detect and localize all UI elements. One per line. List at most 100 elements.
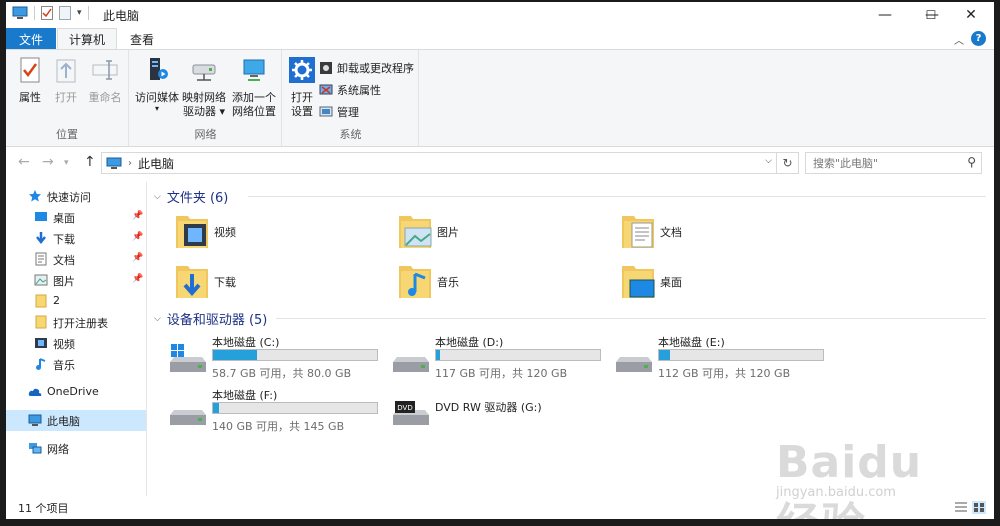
folder-pictures[interactable]: 图片 <box>397 212 617 256</box>
folder-videos[interactable]: 视频 <box>174 212 394 256</box>
close-button[interactable]: ✕ <box>948 2 994 28</box>
hard-drive-icon <box>616 357 652 372</box>
minimize-button[interactable]: — <box>862 2 908 28</box>
folder-music[interactable]: 音乐 <box>397 262 617 306</box>
open-settings-button[interactable]: 打开 设置 <box>287 56 317 119</box>
sidebar-item-this-pc[interactable]: 此电脑 <box>6 410 146 431</box>
sidebar-item-desktop[interactable]: 桌面 📌 <box>6 207 146 228</box>
item-count: 11 个项目 <box>18 502 69 515</box>
open-icon <box>56 59 76 83</box>
sidebar-item-open-registry[interactable]: 打开注册表 <box>6 312 146 333</box>
hard-drive-icon <box>170 410 206 425</box>
title-bar: ▾ 此电脑 — <box>6 2 994 28</box>
sidebar-item-network[interactable]: 网络 <box>6 438 146 459</box>
sidebar-item-onedrive[interactable]: OneDrive <box>6 382 146 403</box>
drive-e[interactable]: 本地磁盘 (E:) 112 GB 可用，共 120 GB <box>614 334 834 384</box>
refresh-button[interactable]: ↻ <box>777 152 799 174</box>
document-icon <box>35 252 47 266</box>
drive-usage-bar <box>435 349 601 361</box>
star-icon <box>29 190 41 202</box>
music-folder-icon <box>399 266 431 298</box>
tab-file[interactable]: 文件 <box>6 28 56 50</box>
map-network-drive-button[interactable]: 映射网络 驱动器 ▾ <box>180 56 228 119</box>
access-media-button[interactable]: 访问媒体 ▾ <box>134 56 180 113</box>
tab-computer[interactable]: 计算机 <box>57 28 117 50</box>
add-network-location-icon <box>243 59 265 81</box>
address-dropdown-icon[interactable]: ⌵ <box>765 156 772 166</box>
network-drive-icon <box>192 64 216 81</box>
pin-icon[interactable]: 📌 <box>132 232 143 242</box>
picture-icon <box>34 274 48 286</box>
ribbon-group-system: 打开 设置 卸载或更改程序 系统属性 管理 系统 <box>283 50 419 146</box>
system-properties-button[interactable]: 系统属性 <box>319 81 381 99</box>
drive-f[interactable]: 本地磁盘 (F:) 140 GB 可用，共 145 GB <box>168 387 388 437</box>
properties-check-icon[interactable] <box>41 6 53 20</box>
system-properties-icon <box>319 84 333 95</box>
pin-icon[interactable]: 📌 <box>132 274 143 284</box>
svg-text:DVD: DVD <box>397 404 412 412</box>
properties-icon <box>20 57 40 83</box>
folder-desktop[interactable]: 桌面 <box>620 262 840 306</box>
address-bar[interactable]: › 此电脑 ⌵ <box>101 152 777 174</box>
collapse-ribbon-icon[interactable]: ︿ <box>954 32 964 47</box>
drives-section-header[interactable]: ⌵ 设备和驱动器 (5) <box>154 309 267 328</box>
ribbon-group-network: 访问媒体 ▾ 映射网络 驱动器 ▾ 添加一个 网络位置 网络 <box>130 50 282 146</box>
breadcrumb-separator-icon[interactable]: › <box>128 158 132 169</box>
sidebar-item-quick-access[interactable]: 快速访问 <box>6 186 146 207</box>
pin-icon[interactable]: 📌 <box>132 253 143 263</box>
ribbon-tabs: 文件 计算机 查看 ︿ ? <box>6 28 994 50</box>
status-bar: 11 个项目 <box>6 497 994 519</box>
ribbon: 属性 打开 重命名 位置 访问媒体 ▾ 映射网络 驱动器 ▾ 添加一个 网络位置… <box>6 49 994 147</box>
recent-locations-chevron-icon[interactable]: ▾ <box>64 158 69 168</box>
uninstall-icon <box>320 62 332 74</box>
drive-g-dvd[interactable]: DVD DVD RW 驱动器 (G:) <box>391 387 611 437</box>
up-arrow-icon[interactable]: ↑ <box>84 154 96 170</box>
group-label-system: 系统 <box>339 128 362 141</box>
drives-section-title: 设备和驱动器 (5) <box>166 313 268 328</box>
uninstall-program-button[interactable]: 卸载或更改程序 <box>319 59 414 77</box>
folder-documents[interactable]: 文档 <box>620 212 840 256</box>
manage-icon <box>319 106 333 117</box>
ribbon-group-location: 属性 打开 重命名 位置 <box>6 50 129 146</box>
customize-qat-icon[interactable]: ▾ <box>77 8 82 18</box>
sidebar-item-folder-2[interactable]: 2 <box>6 291 146 312</box>
search-input[interactable]: 搜索"此电脑" ⚲ <box>805 152 982 174</box>
video-folder-icon <box>176 216 208 248</box>
desktop-folder-icon <box>622 266 655 298</box>
collapse-chevron-icon[interactable]: ⌵ <box>154 192 161 202</box>
pin-icon[interactable]: 📌 <box>132 211 143 221</box>
explorer-window: ▾ 此电脑 — — ☐ ✕ 文件 计算机 查看 ︿ ? 属性 打开 重命名 位置… <box>6 2 994 519</box>
sidebar-item-pictures[interactable]: 图片 📌 <box>6 270 146 291</box>
back-arrow-icon[interactable]: ← <box>18 154 30 170</box>
folder-icon <box>35 315 47 329</box>
rename-icon <box>92 60 118 80</box>
sidebar-item-downloads[interactable]: 下载 📌 <box>6 228 146 249</box>
group-label-location: 位置 <box>56 128 78 141</box>
rename-button[interactable]: 重命名 <box>86 56 124 105</box>
new-folder-icon[interactable] <box>59 6 71 20</box>
drive-usage-bar <box>212 402 378 414</box>
settings-gear-icon <box>289 57 315 83</box>
large-icons-view-icon[interactable] <box>972 501 986 514</box>
open-button[interactable]: 打开 <box>50 56 82 105</box>
refresh-icon: ↻ <box>782 156 793 170</box>
folders-section-header[interactable]: ⌵ 文件夹 (6) <box>154 187 228 206</box>
manage-button[interactable]: 管理 <box>319 103 359 121</box>
folder-icon <box>35 294 47 308</box>
sidebar-item-music[interactable]: 音乐 <box>6 354 146 375</box>
drive-c[interactable]: 本地磁盘 (C:) 58.7 GB 可用，共 80.0 GB <box>168 334 388 384</box>
breadcrumb-this-pc[interactable]: 此电脑 <box>138 155 174 172</box>
add-network-location-button[interactable]: 添加一个 网络位置 <box>230 56 278 119</box>
forward-arrow-icon[interactable]: → <box>42 154 54 170</box>
collapse-chevron-icon[interactable]: ⌵ <box>154 314 161 324</box>
sidebar-item-documents[interactable]: 文档 📌 <box>6 249 146 270</box>
pc-icon[interactable] <box>12 6 28 20</box>
section-divider <box>248 196 986 197</box>
details-view-icon[interactable] <box>954 501 968 514</box>
help-icon[interactable]: ? <box>971 31 986 46</box>
properties-button[interactable]: 属性 <box>14 56 46 105</box>
sidebar-item-videos[interactable]: 视频 <box>6 333 146 354</box>
drive-d[interactable]: 本地磁盘 (D:) 117 GB 可用，共 120 GB <box>391 334 611 384</box>
folder-downloads[interactable]: 下载 <box>174 262 394 306</box>
tab-view[interactable]: 查看 <box>119 28 165 50</box>
